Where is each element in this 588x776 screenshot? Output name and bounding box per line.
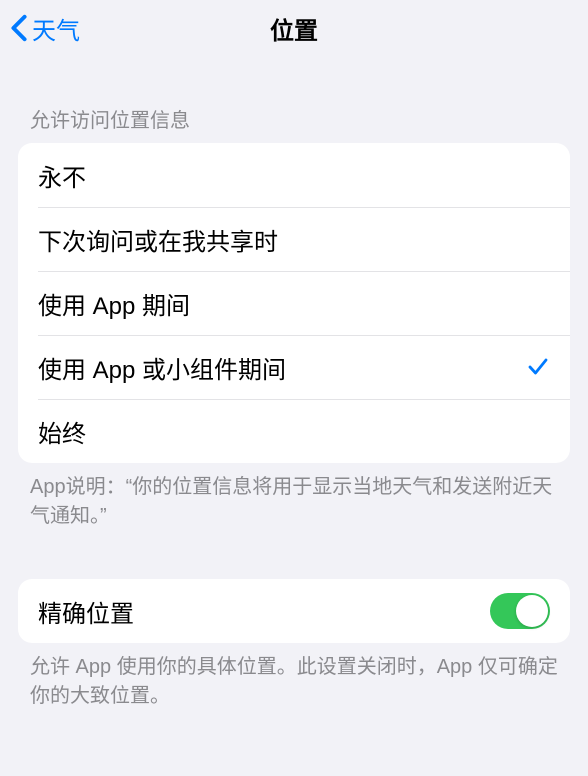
back-label: 天气 bbox=[32, 11, 80, 46]
location-option-row[interactable]: 使用 App 或小组件期间 bbox=[18, 335, 570, 399]
page-title: 位置 bbox=[0, 11, 588, 46]
nav-bar: 天气 位置 bbox=[0, 0, 588, 56]
location-option-label: 下次询问或在我共享时 bbox=[38, 222, 550, 257]
location-access-header: 允许访问位置信息 bbox=[0, 56, 588, 143]
back-button[interactable]: 天气 bbox=[0, 11, 80, 46]
location-option-row[interactable]: 使用 App 期间 bbox=[18, 271, 570, 335]
location-option-label: 使用 App 或小组件期间 bbox=[38, 350, 526, 385]
location-option-label: 永不 bbox=[38, 158, 550, 193]
location-option-label: 始终 bbox=[38, 414, 550, 449]
precise-location-group: 精确位置 bbox=[18, 579, 570, 643]
location-option-row[interactable]: 下次询问或在我共享时 bbox=[18, 207, 570, 271]
precise-location-footer: 允许 App 使用你的具体位置。此设置关闭时，App 仅可确定你的大致位置。 bbox=[0, 643, 588, 729]
precise-location-toggle[interactable] bbox=[490, 593, 550, 629]
location-access-group: 永不下次询问或在我共享时使用 App 期间使用 App 或小组件期间始终 bbox=[18, 143, 570, 463]
location-access-footer: App说明：“你的位置信息将用于显示当地天气和发送附近天气通知。” bbox=[0, 463, 588, 549]
location-option-row[interactable]: 始终 bbox=[18, 399, 570, 463]
chevron-left-icon bbox=[10, 14, 28, 42]
precise-location-label: 精确位置 bbox=[38, 594, 490, 629]
switch-knob bbox=[516, 595, 548, 627]
location-option-row[interactable]: 永不 bbox=[18, 143, 570, 207]
location-option-label: 使用 App 期间 bbox=[38, 286, 550, 321]
checkmark-icon bbox=[526, 355, 550, 379]
precise-location-row: 精确位置 bbox=[18, 579, 570, 643]
